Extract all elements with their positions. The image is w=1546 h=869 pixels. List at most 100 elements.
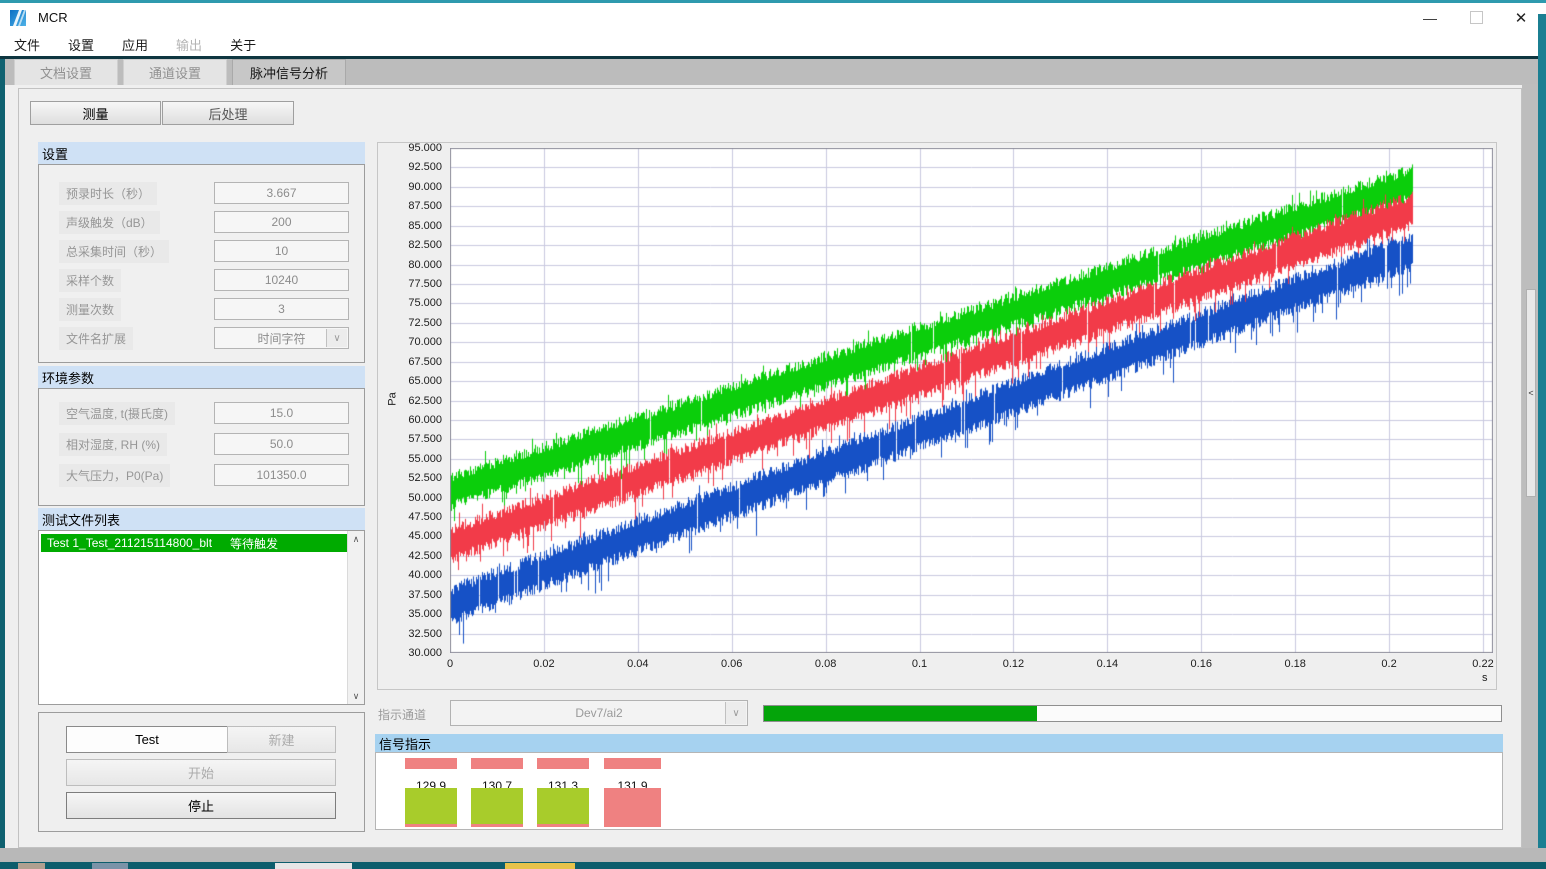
file-list-item[interactable]: Test 1_Test_211215114800_blt等待触发 [41,534,347,552]
field-input-4[interactable]: 10240 [214,269,349,291]
y-tick-label: 82.500 [384,239,442,251]
window-bottom-frame [0,848,1546,862]
application-window: MCR — ✕ 文件设置应用输出关于 文档设置通道设置脉冲信号分析 测量 后处理… [0,0,1546,869]
x-axis-label: s [1482,672,1488,684]
y-tick-label: 57.500 [384,433,442,445]
signal-level-block-green [405,788,457,827]
maximize-button[interactable] [1456,3,1496,32]
signal-indicator-header: 信号指示 [375,734,1503,752]
y-tick-label: 65.000 [384,375,442,387]
field-label: 空气温度, t(摄氏度) [59,402,175,425]
x-tick-label: 0.06 [721,658,742,670]
x-tick-label: 0.04 [627,658,648,670]
indicator-channel-label: 指示通道 [378,706,426,723]
menu-item-文件[interactable]: 文件 [0,32,54,56]
tab-文档设置[interactable]: 文档设置 [14,59,118,85]
field-input-5[interactable]: 3 [214,298,349,320]
desktop-left-edge [0,59,5,862]
field-label: 大气压力，P0(Pa) [59,464,170,487]
scroll-up-icon[interactable]: ∧ [348,531,364,547]
y-tick-label: 40.000 [384,569,442,581]
y-tick-label: 62.500 [384,395,442,407]
signal-top-bar [471,758,523,769]
window-title: MCR [38,10,68,25]
field-input-2[interactable]: 50.0 [214,433,349,455]
signal-level-block-green [471,788,523,827]
tab-measure[interactable]: 测量 [30,101,161,125]
y-tick-label: 77.500 [384,278,442,290]
y-tick-label: 55.000 [384,453,442,465]
field-input-6[interactable]: 时间字符∨ [214,327,349,349]
y-tick-label: 70.000 [384,336,442,348]
environment-group-header: 环境参数 [38,366,365,388]
y-tick-label: 50.000 [384,492,442,504]
y-tick-label: 45.000 [384,530,442,542]
x-tick-label: 0.12 [1003,658,1024,670]
stop-button[interactable]: 停止 [66,792,336,819]
x-tick-label: 0.14 [1097,658,1118,670]
field-input-1[interactable]: 15.0 [214,402,349,424]
menu-item-设置[interactable]: 设置 [54,32,108,56]
x-tick-label: 0.1 [912,658,927,670]
file-list-header: 测试文件列表 [38,508,365,530]
collapse-panel-handle[interactable]: < [1526,289,1536,497]
desktop-right-edge [1538,14,1546,862]
y-tick-label: 72.500 [384,317,442,329]
signal-level-block-green [537,788,589,827]
menu-bar: 文件设置应用输出关于 [0,32,1546,56]
y-tick-label: 87.500 [384,200,442,212]
field-row: 大气压力，P0(Pa) [59,464,170,486]
signal-top-bar [604,758,661,769]
tab-脉冲信号分析[interactable]: 脉冲信号分析 [232,59,346,85]
y-tick-label: 95.000 [384,142,442,154]
field-input-1[interactable]: 3.667 [214,182,349,204]
field-input-3[interactable]: 101350.0 [214,464,349,486]
tab-post-process[interactable]: 后处理 [162,101,294,125]
desktop-bottom-edge [0,862,1546,869]
x-tick-label: 0.16 [1191,658,1212,670]
settings-group-header: 设置 [38,142,365,164]
y-tick-label: 52.500 [384,472,442,484]
y-tick-label: 32.500 [384,628,442,640]
field-row: 预录时长（秒） [59,182,157,204]
settings-group: 预录时长（秒）3.667声级触发（dB）200总采集时间（秒）10采样个数102… [38,164,365,363]
y-tick-label: 30.000 [384,647,442,659]
signal-top-bar [537,758,589,769]
file-list-scrollbar[interactable]: ∧ ∨ [347,531,364,704]
app-logo-icon [10,9,30,27]
test-file-list[interactable]: ∧ ∨ Test 1_Test_211215114800_blt等待触发 [38,530,365,705]
x-tick-label: 0 [447,658,453,670]
chevron-down-icon[interactable]: ∨ [326,329,347,347]
signal-level-block-red [604,788,661,827]
y-tick-label: 92.500 [384,161,442,173]
menu-item-应用[interactable]: 应用 [108,32,162,56]
y-tick-label: 47.500 [384,511,442,523]
field-label: 测量次数 [59,298,121,321]
field-input-2[interactable]: 200 [214,211,349,233]
taskbar-icon [18,863,45,869]
x-tick-label: 0.2 [1381,658,1396,670]
field-input-3[interactable]: 10 [214,240,349,262]
field-label: 声级触发（dB） [59,211,160,234]
taskbar-icon [505,863,575,869]
tab-通道设置[interactable]: 通道设置 [123,59,227,85]
signal-block-strip [471,824,523,827]
menu-item-关于[interactable]: 关于 [216,32,270,56]
indicator-channel-select[interactable]: Dev7/ai2 ∨ [450,700,748,726]
tab-strip: 文档设置通道设置脉冲信号分析 [0,59,1546,85]
field-row: 相对湿度, RH (%) [59,433,167,455]
close-button[interactable]: ✕ [1501,3,1541,32]
test-name-field[interactable]: Test [66,726,228,753]
start-button[interactable]: 开始 [66,759,336,786]
y-tick-label: 42.500 [384,550,442,562]
indicator-channel-value: Dev7/ai2 [575,706,622,720]
y-tick-label: 80.000 [384,259,442,271]
x-tick-label: 0.18 [1284,658,1305,670]
field-label: 总采集时间（秒） [59,240,169,263]
menu-item-输出[interactable]: 输出 [162,32,216,56]
new-button[interactable]: 新建 [227,726,336,753]
minimize-button[interactable]: — [1410,3,1450,32]
maximize-icon [1470,11,1483,24]
scroll-down-icon[interactable]: ∨ [348,688,364,704]
x-tick-label: 0.22 [1472,658,1493,670]
